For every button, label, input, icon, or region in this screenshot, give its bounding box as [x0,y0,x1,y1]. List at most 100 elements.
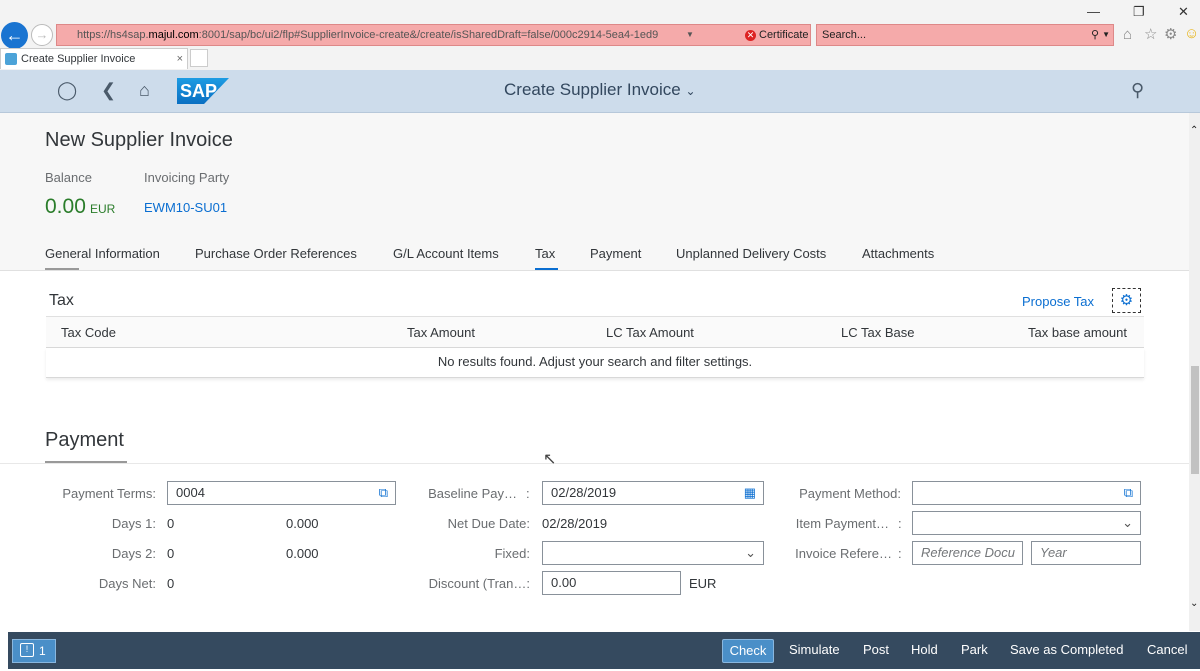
favorites-icon[interactable]: ☆ [1144,25,1157,43]
days2-label: Days 2: [111,546,156,561]
column-lc-tax-base: LC Tax Base [841,325,915,340]
tab-general-information[interactable]: General Information [45,246,160,261]
table-settings-button[interactable]: ⚙ [1112,288,1141,313]
restore-icon[interactable]: ❐ [1133,4,1145,20]
balance-value: 0.00 [45,195,86,218]
scrollbar[interactable] [1189,113,1200,631]
close-window-icon[interactable]: ✕ [1178,4,1189,20]
label-colon: : [526,486,530,501]
messages-button[interactable]: ! 1 [12,639,56,663]
scroll-up-icon[interactable]: ⌃ [1190,125,1198,136]
column-tax-code: Tax Code [61,325,116,340]
tab-payment[interactable]: Payment [590,246,641,261]
home-icon[interactable]: ⌂ [1123,26,1132,43]
net-due-date-label: Net Due Date: [447,516,530,531]
item-payment-label: Item Payment… [795,516,889,531]
chevron-down-icon[interactable]: ⌄ [1122,512,1133,534]
balance-label: Balance [45,170,92,185]
value-help-icon[interactable]: ⧉ [379,482,388,504]
sap-logo: SAP [177,78,229,104]
payment-terms-label: Payment Terms: [62,486,156,501]
back-nav-icon[interactable]: ❮ [101,80,116,101]
propose-tax-button[interactable]: Propose Tax [1022,294,1094,309]
label-colon: : [898,546,902,561]
tab-unplanned-delivery-costs[interactable]: Unplanned Delivery Costs [676,246,826,261]
days-net-value: 0 [167,576,175,591]
baseline-payment-label: Baseline Pay… [428,486,517,501]
message-icon: ! [20,643,34,657]
browser-chrome: — ❐ ✕ ← → https://hs4sap.majul.com:8001/… [0,0,1200,70]
payment-terms-input[interactable]: 0004 ⧉ [167,481,396,505]
chevron-down-icon[interactable]: ⌄ [745,542,756,564]
post-button[interactable]: Post [863,642,889,657]
tab-selected-indicator [535,268,558,270]
net-due-date-value: 02/28/2019 [542,516,608,531]
app-title[interactable]: Create Supplier Invoice ⌄ [504,80,696,100]
park-button[interactable]: Park [961,642,988,657]
back-icon[interactable]: ← [1,22,28,49]
close-tab-icon[interactable]: × [177,49,183,69]
baseline-date-input[interactable]: 02/28/2019 ▦ [542,481,764,505]
shell-bar: ◯ ❮ ⌂ SAP Create Supplier Invoice ⌄ ⚲ [0,70,1200,113]
home-icon[interactable]: ⌂ [139,80,150,101]
column-lc-tax-amount: LC Tax Amount [606,325,694,340]
invoicing-party-label: Invoicing Party [144,170,230,185]
days2-days: 0 [167,546,175,561]
chevron-down-icon: ⌄ [685,84,696,98]
column-tax-base-amount: Tax base amount [1028,325,1128,340]
column-tax-amount: Tax Amount [407,325,475,340]
calendar-icon[interactable]: ▦ [744,482,756,504]
search-icon[interactable]: ⚲ [1131,80,1144,101]
tab-purchase-order-references[interactable]: Purchase Order References [195,246,357,261]
hold-button[interactable]: Hold [911,642,938,657]
discount-label: Discount (Tran…: [428,576,530,591]
label-colon: : [898,516,902,531]
dropdown-icon[interactable]: ▼ [686,25,694,45]
error-icon: ✕ [745,30,756,41]
invoicing-party-link[interactable]: EWM10-SU01 [144,200,227,215]
tax-table-header: Tax Code Tax Amount LC Tax Amount LC Tax… [46,316,1144,348]
smiley-icon[interactable]: ☺ [1184,25,1199,42]
fixed-label: Fixed: [494,546,530,561]
forward-icon[interactable]: → [31,24,53,46]
dropdown-icon[interactable]: ▼ [1102,25,1110,45]
scroll-down-icon[interactable]: ⌄ [1190,598,1198,609]
year-input[interactable]: Year [1031,541,1141,565]
fixed-select[interactable]: ⌄ [542,541,764,565]
item-payment-select[interactable]: ⌄ [912,511,1141,535]
tab-tax[interactable]: Tax [535,246,555,261]
invoice-reference-label: Invoice Refere… [795,546,892,561]
days1-days: 0 [167,516,175,531]
payment-method-input[interactable]: ⧉ [912,481,1141,505]
divider [0,463,1200,464]
new-tab-button[interactable] [190,49,208,67]
payment-method-label: Payment Method: [799,486,901,501]
simulate-button[interactable]: Simulate [789,642,840,657]
minimize-icon[interactable]: — [1087,4,1100,19]
tab-gl-account-items[interactable]: G/L Account Items [393,246,499,261]
check-button[interactable]: Check [722,639,774,663]
settings-icon[interactable]: ⚙ [1164,25,1177,43]
address-bar[interactable]: https://hs4sap.majul.com:8001/sap/bc/ui2… [56,24,811,46]
scroll-thumb[interactable] [1191,366,1199,474]
certificate-error[interactable]: ✕Certificate error ↻ [745,25,810,45]
user-icon[interactable]: ◯ [57,80,77,101]
gear-icon: ⚙ [1119,292,1134,309]
search-input[interactable]: Search... ⚲ ▼ [816,24,1114,46]
days1-label: Days 1: [111,516,156,531]
page-title: New Supplier Invoice [45,129,233,151]
value-help-icon[interactable]: ⧉ [1124,482,1133,504]
footer-toolbar: ! 1 Check Simulate Post Hold Park Save a… [8,632,1200,669]
tax-table-empty-row: No results found. Adjust your search and… [46,348,1144,378]
save-as-completed-button[interactable]: Save as Completed [1010,642,1123,657]
search-icon[interactable]: ⚲ [1091,25,1099,45]
days1-percent: 0.000 [286,516,319,531]
reference-document-input[interactable]: Reference Docu [912,541,1023,565]
browser-tab[interactable]: Create Supplier Invoice × [0,48,188,69]
cancel-button[interactable]: Cancel [1147,642,1187,657]
payment-section-title: Payment [45,429,124,451]
discount-input[interactable]: 0.00 [542,571,681,595]
tab-attachments[interactable]: Attachments [862,246,934,261]
mouse-cursor-icon: ↖ [543,451,557,468]
days2-percent: 0.000 [286,546,319,561]
